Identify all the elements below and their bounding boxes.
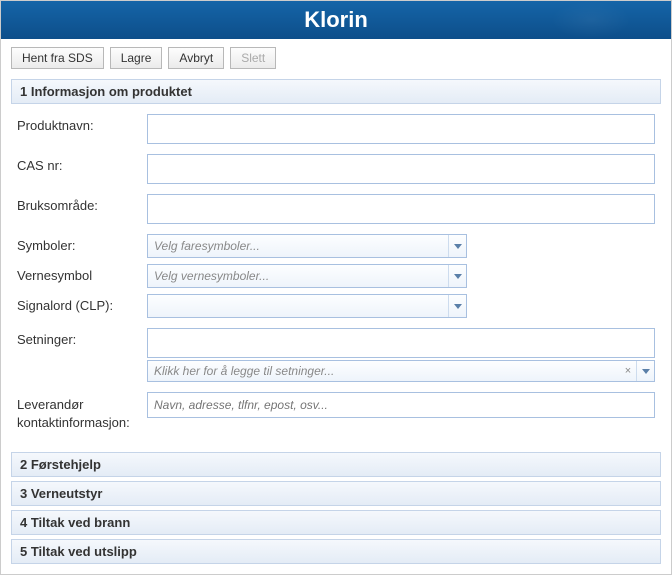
symboler-placeholder: Velg faresymboler... xyxy=(148,239,448,253)
avbryt-button[interactable]: Avbryt xyxy=(168,47,224,69)
bruksomrade-label: Bruksområde: xyxy=(17,194,147,213)
leverandor-input[interactable] xyxy=(147,392,655,418)
lagre-button[interactable]: Lagre xyxy=(110,47,163,69)
section-1-body: Produktnavn: CAS nr: Bruksområde: Symbol… xyxy=(11,104,661,448)
vernesymbol-dropdown[interactable]: Velg vernesymboler... xyxy=(147,264,467,288)
setninger-add-dropdown[interactable]: Klikk her for å legge til setninger... × xyxy=(147,360,655,382)
hent-fra-sds-button[interactable]: Hent fra SDS xyxy=(11,47,104,69)
casnr-input[interactable] xyxy=(147,154,655,184)
vernesymbol-label: Vernesymbol xyxy=(17,264,147,283)
clear-icon[interactable]: × xyxy=(620,365,636,377)
chevron-down-icon xyxy=(448,235,466,257)
symboler-label: Symboler: xyxy=(17,234,147,253)
main-window: Klorin Hent fra SDS Lagre Avbryt Slett 1… xyxy=(0,0,672,575)
slett-button[interactable]: Slett xyxy=(230,47,276,69)
chevron-down-icon xyxy=(448,265,466,287)
bruksomrade-input[interactable] xyxy=(147,194,655,224)
produktnavn-label: Produktnavn: xyxy=(17,114,147,133)
signalord-dropdown[interactable] xyxy=(147,294,467,318)
setninger-add-placeholder: Klikk her for å legge til setninger... xyxy=(148,364,620,378)
symboler-dropdown[interactable]: Velg faresymboler... xyxy=(147,234,467,258)
section-3-header[interactable]: 3 Verneutstyr xyxy=(11,481,661,506)
casnr-label: CAS nr: xyxy=(17,154,147,173)
signalord-label: Signalord (CLP): xyxy=(17,294,147,313)
chevron-down-icon xyxy=(448,295,466,317)
produktnavn-input[interactable] xyxy=(147,114,655,144)
setninger-textarea[interactable] xyxy=(147,328,655,358)
leverandor-label: Leverandør kontaktinformasjon: xyxy=(17,392,147,432)
content-area: 1 Informasjon om produktet Produktnavn: … xyxy=(1,79,671,574)
window-header: Klorin xyxy=(1,1,671,39)
section-4-header[interactable]: 4 Tiltak ved brann xyxy=(11,510,661,535)
toolbar: Hent fra SDS Lagre Avbryt Slett xyxy=(1,39,671,75)
section-5-header[interactable]: 5 Tiltak ved utslipp xyxy=(11,539,661,564)
chevron-down-icon xyxy=(636,361,654,381)
setninger-label: Setninger: xyxy=(17,328,147,347)
vernesymbol-placeholder: Velg vernesymboler... xyxy=(148,269,448,283)
window-title: Klorin xyxy=(304,7,368,32)
section-1-header[interactable]: 1 Informasjon om produktet xyxy=(11,79,661,104)
section-2-header[interactable]: 2 Førstehjelp xyxy=(11,452,661,477)
